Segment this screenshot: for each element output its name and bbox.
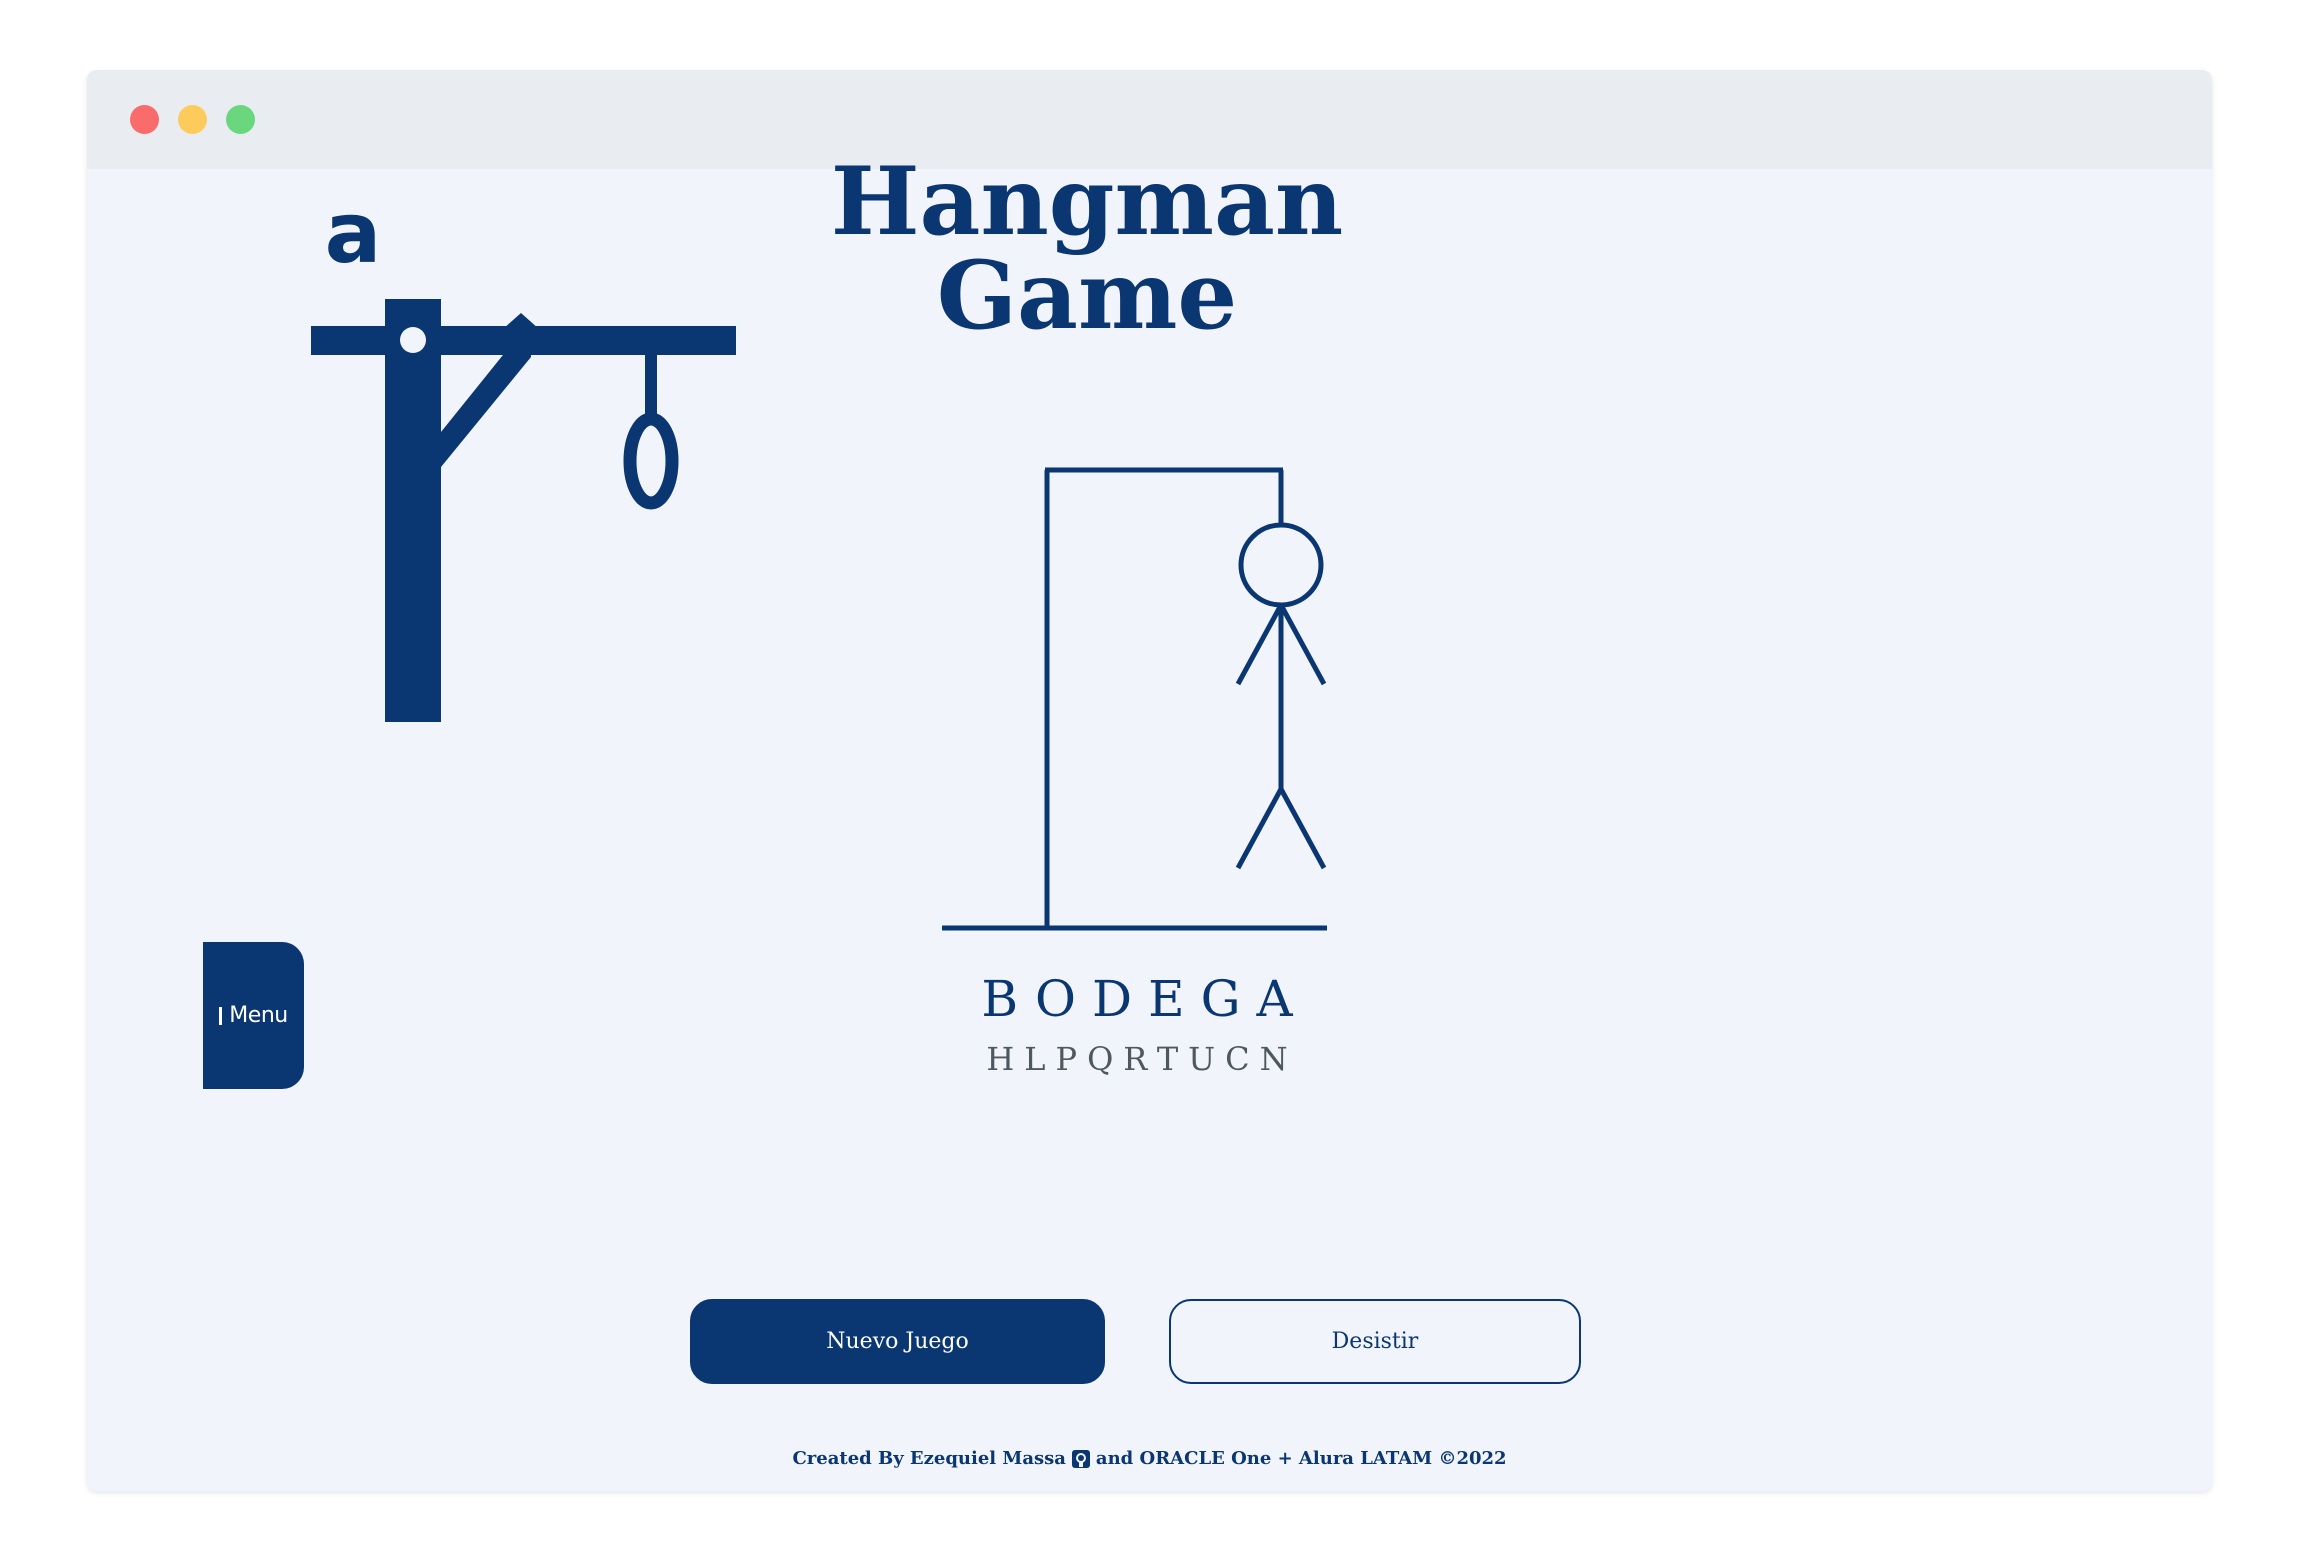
hangman-drawing: [942, 467, 1327, 931]
gallows-logo-hole: [400, 327, 426, 353]
hangman-left-leg: [1235, 787, 1284, 870]
footer-credit-after: and ORACLE One + Alura LATAM ©2022: [1095, 1448, 1507, 1469]
gallows-logo-beam-notch: [503, 313, 539, 329]
wrong-letters: HLPQRTUCN: [986, 1040, 1298, 1078]
gallows-logo-post: [385, 299, 441, 722]
logo-letter: a: [324, 184, 382, 282]
footer-credit-before: Created By Ezequiel Massa: [792, 1448, 1066, 1469]
page-content: a Hangman Game Menu BODEGA HLPQRTUCN Nue…: [87, 155, 2212, 1491]
browser-window: a Hangman Game Menu BODEGA HLPQRTUCN Nue…: [87, 70, 2212, 1491]
guessed-word: BODEGA: [981, 970, 1309, 1028]
menu-bar-icon: [219, 1006, 223, 1025]
menu-button-label: Menu: [229, 1003, 288, 1028]
hangman-left-arm: [1235, 603, 1284, 686]
new-game-button[interactable]: Nuevo Juego: [690, 1299, 1105, 1384]
gallows-logo-noose: [623, 412, 679, 510]
close-window-button[interactable]: [130, 105, 159, 134]
maximize-window-button[interactable]: [226, 105, 255, 134]
footer-credit: Created By Ezequiel Massa and ORACLE One…: [587, 1449, 1712, 1469]
hangman-right-leg: [1278, 787, 1327, 870]
gallows-logo-rope: [645, 355, 657, 417]
minimize-window-button[interactable]: [178, 105, 207, 134]
github-icon[interactable]: [1071, 1449, 1091, 1469]
menu-button[interactable]: Menu: [203, 942, 304, 1089]
gallows-logo-brace: [441, 345, 531, 467]
give-up-button[interactable]: Desistir: [1169, 1299, 1581, 1384]
hangman-head: [1238, 522, 1324, 608]
gallows-logo-icon: [311, 299, 736, 722]
hangman-right-arm: [1278, 603, 1327, 686]
